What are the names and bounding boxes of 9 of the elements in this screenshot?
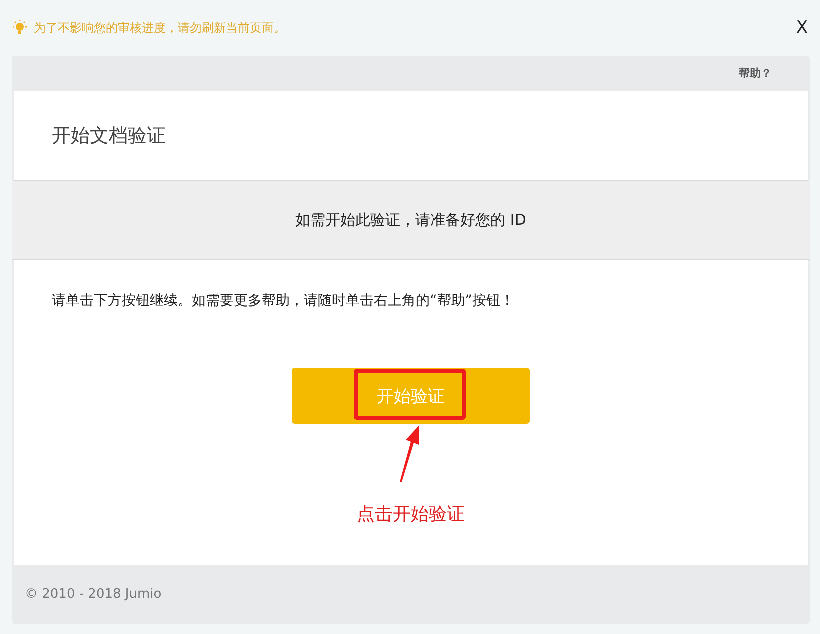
annotation-caption: 点击开始验证: [357, 503, 465, 526]
notice-text: 为了不影响您的审核进度，请勿刷新当前页面。: [34, 20, 287, 36]
info-banner: 如需开始此验证，请准备好您的 ID: [12, 181, 810, 260]
page-title: 开始文档验证: [52, 124, 166, 148]
help-link[interactable]: 帮助？: [739, 66, 772, 81]
close-button[interactable]: X: [792, 18, 812, 38]
copyright-text: © 2010 - 2018 Jumio: [25, 587, 162, 602]
lightbulb-icon: [12, 20, 28, 36]
instruction-text: 请单击下方按钮继续。如需要更多帮助，请随时单击右上角的“帮助”按钮！: [52, 292, 515, 310]
